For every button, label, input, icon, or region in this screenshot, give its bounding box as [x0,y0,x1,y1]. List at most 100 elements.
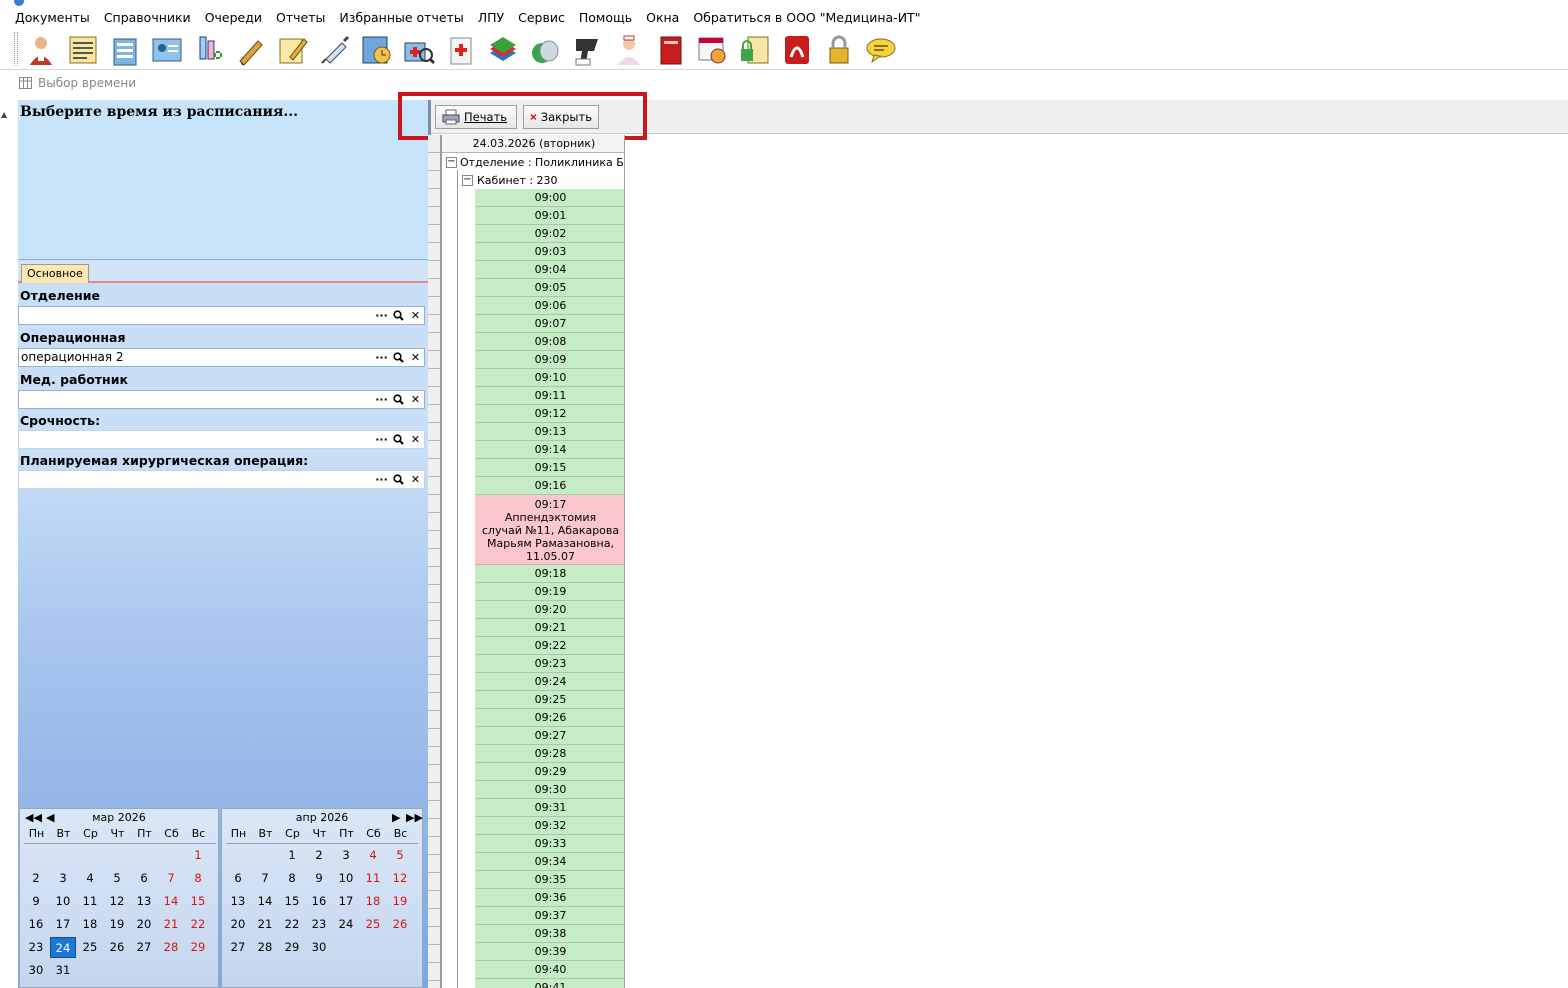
urgency-field[interactable]: ··· ✕ [18,430,425,449]
booked-slot[interactable]: 09:17 Аппендэктомия случай №11, Абакарова М… [475,495,624,565]
time-slot[interactable]: 09:19 [475,583,624,601]
calendar-day[interactable]: 25 [360,914,386,935]
calendar-day[interactable]: 24 [333,914,359,935]
time-slot[interactable]: 09:26 [475,709,624,727]
calendar-day[interactable]: 20 [131,914,157,935]
time-slot[interactable]: 09:08 [475,333,624,351]
collapse-cabinet-icon[interactable]: − [462,175,473,186]
time-slot[interactable]: 09:24 [475,673,624,691]
calendar-day[interactable]: 8 [279,868,305,889]
menu-favorite-reports[interactable]: Избранные отчеты [332,8,470,28]
calendar-day[interactable]: 5 [104,868,130,889]
calendar-day[interactable]: 7 [158,868,184,889]
syringe-icon[interactable] [318,33,352,67]
menu-references[interactable]: Справочники [97,8,198,28]
time-slot[interactable]: 09:02 [475,225,624,243]
menu-queues[interactable]: Очереди [198,8,269,28]
time-slot[interactable]: 09:04 [475,261,624,279]
nurse-icon[interactable] [612,33,646,67]
calendar-day[interactable]: 20 [225,914,251,935]
calendar-day[interactable]: 27 [131,937,157,958]
calendar-day[interactable]: 13 [225,891,251,912]
calendar-day[interactable]: 26 [387,914,413,935]
surgery-field[interactable]: ··· ✕ [18,470,425,489]
time-slot[interactable]: 09:31 [475,799,624,817]
cards-icon[interactable] [108,33,142,67]
calendar-day[interactable]: 3 [50,868,76,889]
barcode-scanner-icon[interactable] [570,33,604,67]
edit-note-icon[interactable] [276,33,310,67]
time-slot[interactable]: 09:23 [475,655,624,673]
calendar-day[interactable]: 16 [23,914,49,935]
menu-lpu[interactable]: ЛПУ [471,8,511,28]
menu-help[interactable]: Помощь [572,8,639,28]
time-slot[interactable]: 09:01 [475,207,624,225]
ellipsis-icon[interactable]: ··· [374,308,389,323]
calendar-day[interactable]: 2 [306,845,332,866]
time-slot[interactable]: 09:38 [475,925,624,943]
prev-year-icon[interactable]: ◀◀ [25,811,42,824]
time-slot[interactable]: 09:10 [475,369,624,387]
time-slot[interactable]: 09:03 [475,243,624,261]
prev-month-icon[interactable]: ◀ [46,811,54,824]
time-slot[interactable]: 09:18 [475,565,624,583]
time-slot[interactable]: 09:12 [475,405,624,423]
calendar-day[interactable]: 26 [104,937,130,958]
time-slot[interactable]: 09:07 [475,315,624,333]
time-slot[interactable]: 09:00 [475,189,624,207]
calendar-day[interactable]: 6 [131,868,157,889]
calendar-day[interactable]: 15 [185,891,211,912]
calendar-day[interactable]: 15 [279,891,305,912]
time-slot[interactable]: 09:13 [475,423,624,441]
menu-service[interactable]: Сервис [511,8,572,28]
search-icon[interactable] [391,432,406,447]
calendar-day[interactable]: 9 [306,868,332,889]
journal-icon[interactable] [66,33,100,67]
clear-icon[interactable]: ✕ [408,308,423,323]
time-slot[interactable]: 09:27 [475,727,624,745]
calendar-day[interactable]: 31 [50,960,76,981]
time-slot[interactable]: 09:30 [475,781,624,799]
next-month-icon[interactable]: ▶ [392,811,400,824]
calendar-day[interactable]: 23 [306,914,332,935]
calendar-day[interactable]: 25 [77,937,103,958]
calendar-day[interactable]: 22 [279,914,305,935]
calendar-day[interactable]: 27 [225,937,251,958]
time-slot[interactable]: 09:25 [475,691,624,709]
calendar-day[interactable]: 10 [333,868,359,889]
time-slot[interactable]: 09:22 [475,637,624,655]
calendar-day[interactable]: 14 [158,891,184,912]
search-icon[interactable] [391,392,406,407]
calendar-day[interactable]: 12 [104,891,130,912]
menu-documents[interactable]: Документы [8,8,97,28]
calendar-day[interactable]: 11 [360,868,386,889]
time-slot[interactable]: 09:34 [475,853,624,871]
cabinet-group[interactable]: Кабинет : 230 [477,174,558,187]
tab-main[interactable]: Основное [21,264,89,283]
department-group[interactable]: Отделение : Поликлиника Благо [460,156,624,169]
calendar-day[interactable]: 30 [23,960,49,981]
collapse-department-icon[interactable]: − [446,157,457,168]
calendar-day[interactable]: 12 [387,868,413,889]
calendar-day[interactable]: 17 [50,914,76,935]
ellipsis-icon[interactable]: ··· [374,432,389,447]
search-icon[interactable] [391,308,406,323]
calendar-day[interactable]: 21 [252,914,278,935]
clear-icon[interactable]: ✕ [408,472,423,487]
calendar-day[interactable]: 29 [185,937,211,958]
calendar-day[interactable]: 11 [77,891,103,912]
acrobat-icon[interactable] [780,33,814,67]
ellipsis-icon[interactable]: ··· [374,392,389,407]
clear-icon[interactable]: ✕ [408,350,423,365]
calendar-day[interactable]: 22 [185,914,211,935]
calendar-day[interactable]: 28 [158,937,184,958]
time-slot[interactable]: 09:16 [475,477,624,495]
calendar-day[interactable]: 30 [306,937,332,958]
time-slot[interactable]: 09:11 [475,387,624,405]
calendar-day[interactable]: 23 [23,937,49,958]
clear-icon[interactable]: ✕ [408,392,423,407]
time-slot[interactable]: 09:29 [475,763,624,781]
calendar-day[interactable]: 16 [306,891,332,912]
time-slot[interactable]: 09:36 [475,889,624,907]
lab-icon[interactable] [192,33,226,67]
